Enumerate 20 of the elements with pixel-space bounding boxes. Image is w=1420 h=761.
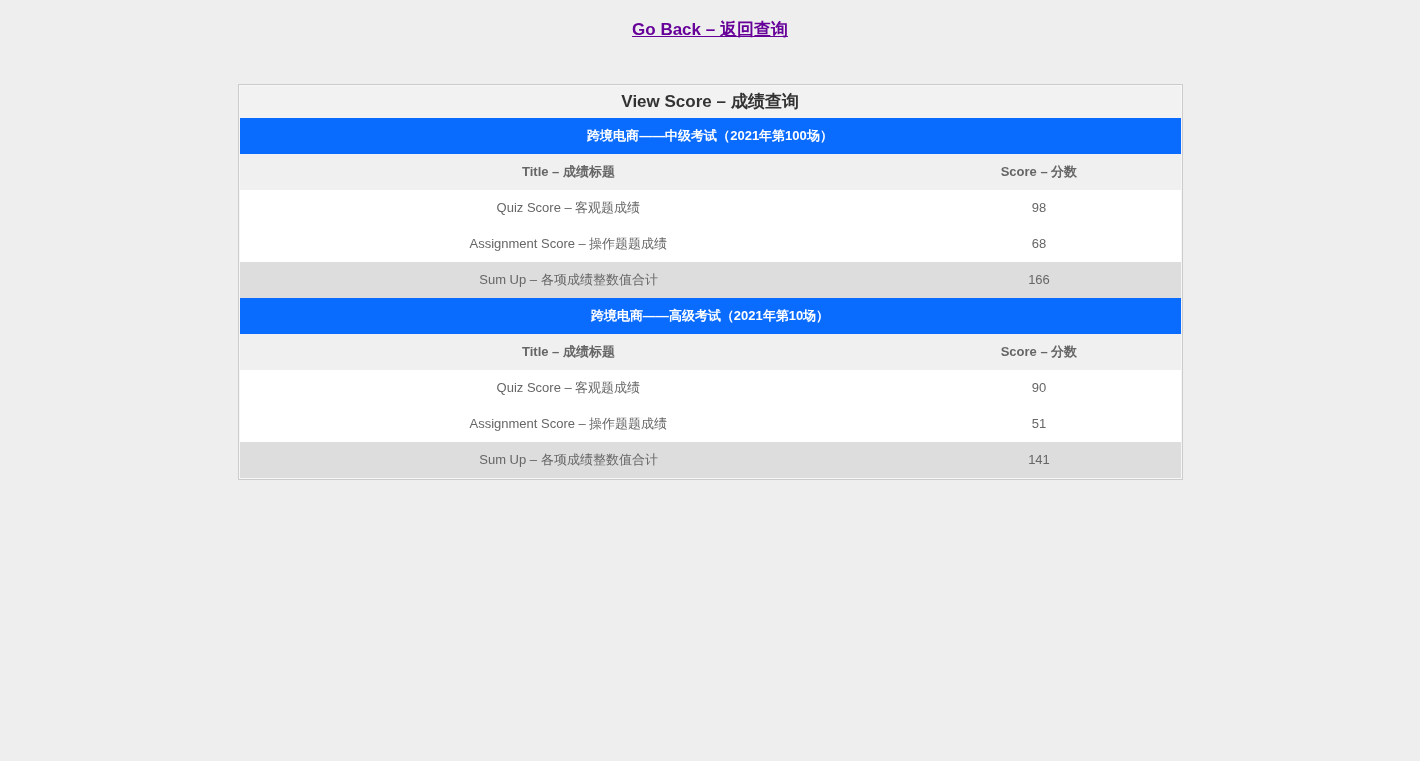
table-cell: 141 [897,442,1181,478]
table-cell: 98 [897,190,1181,226]
table-cell: Quiz Score – 客观题成绩 [239,190,898,226]
table-title: View Score – 成绩查询 [239,86,1181,118]
table-cell: Sum Up – 各项成绩整数值合计 [239,442,898,478]
table-cell: Sum Up – 各项成绩整数值合计 [239,262,898,298]
column-header: Title – 成绩标题 [239,334,898,370]
table-cell: Quiz Score – 客观题成绩 [239,370,898,406]
table-cell: Assignment Score – 操作题题成绩 [239,226,898,262]
table-cell: 90 [897,370,1181,406]
column-header: Title – 成绩标题 [239,154,898,190]
exam-heading: 跨境电商——中级考试（2021年第100场） [239,118,1181,154]
table-cell: 51 [897,406,1181,442]
go-back-link[interactable]: Go Back – 返回查询 [632,19,788,41]
column-header: Score – 分数 [897,154,1181,190]
table-cell: Assignment Score – 操作题题成绩 [239,406,898,442]
exam-heading: 跨境电商——高级考试（2021年第10场） [239,298,1181,334]
table-cell: 166 [897,262,1181,298]
column-header: Score – 分数 [897,334,1181,370]
table-cell: 68 [897,226,1181,262]
